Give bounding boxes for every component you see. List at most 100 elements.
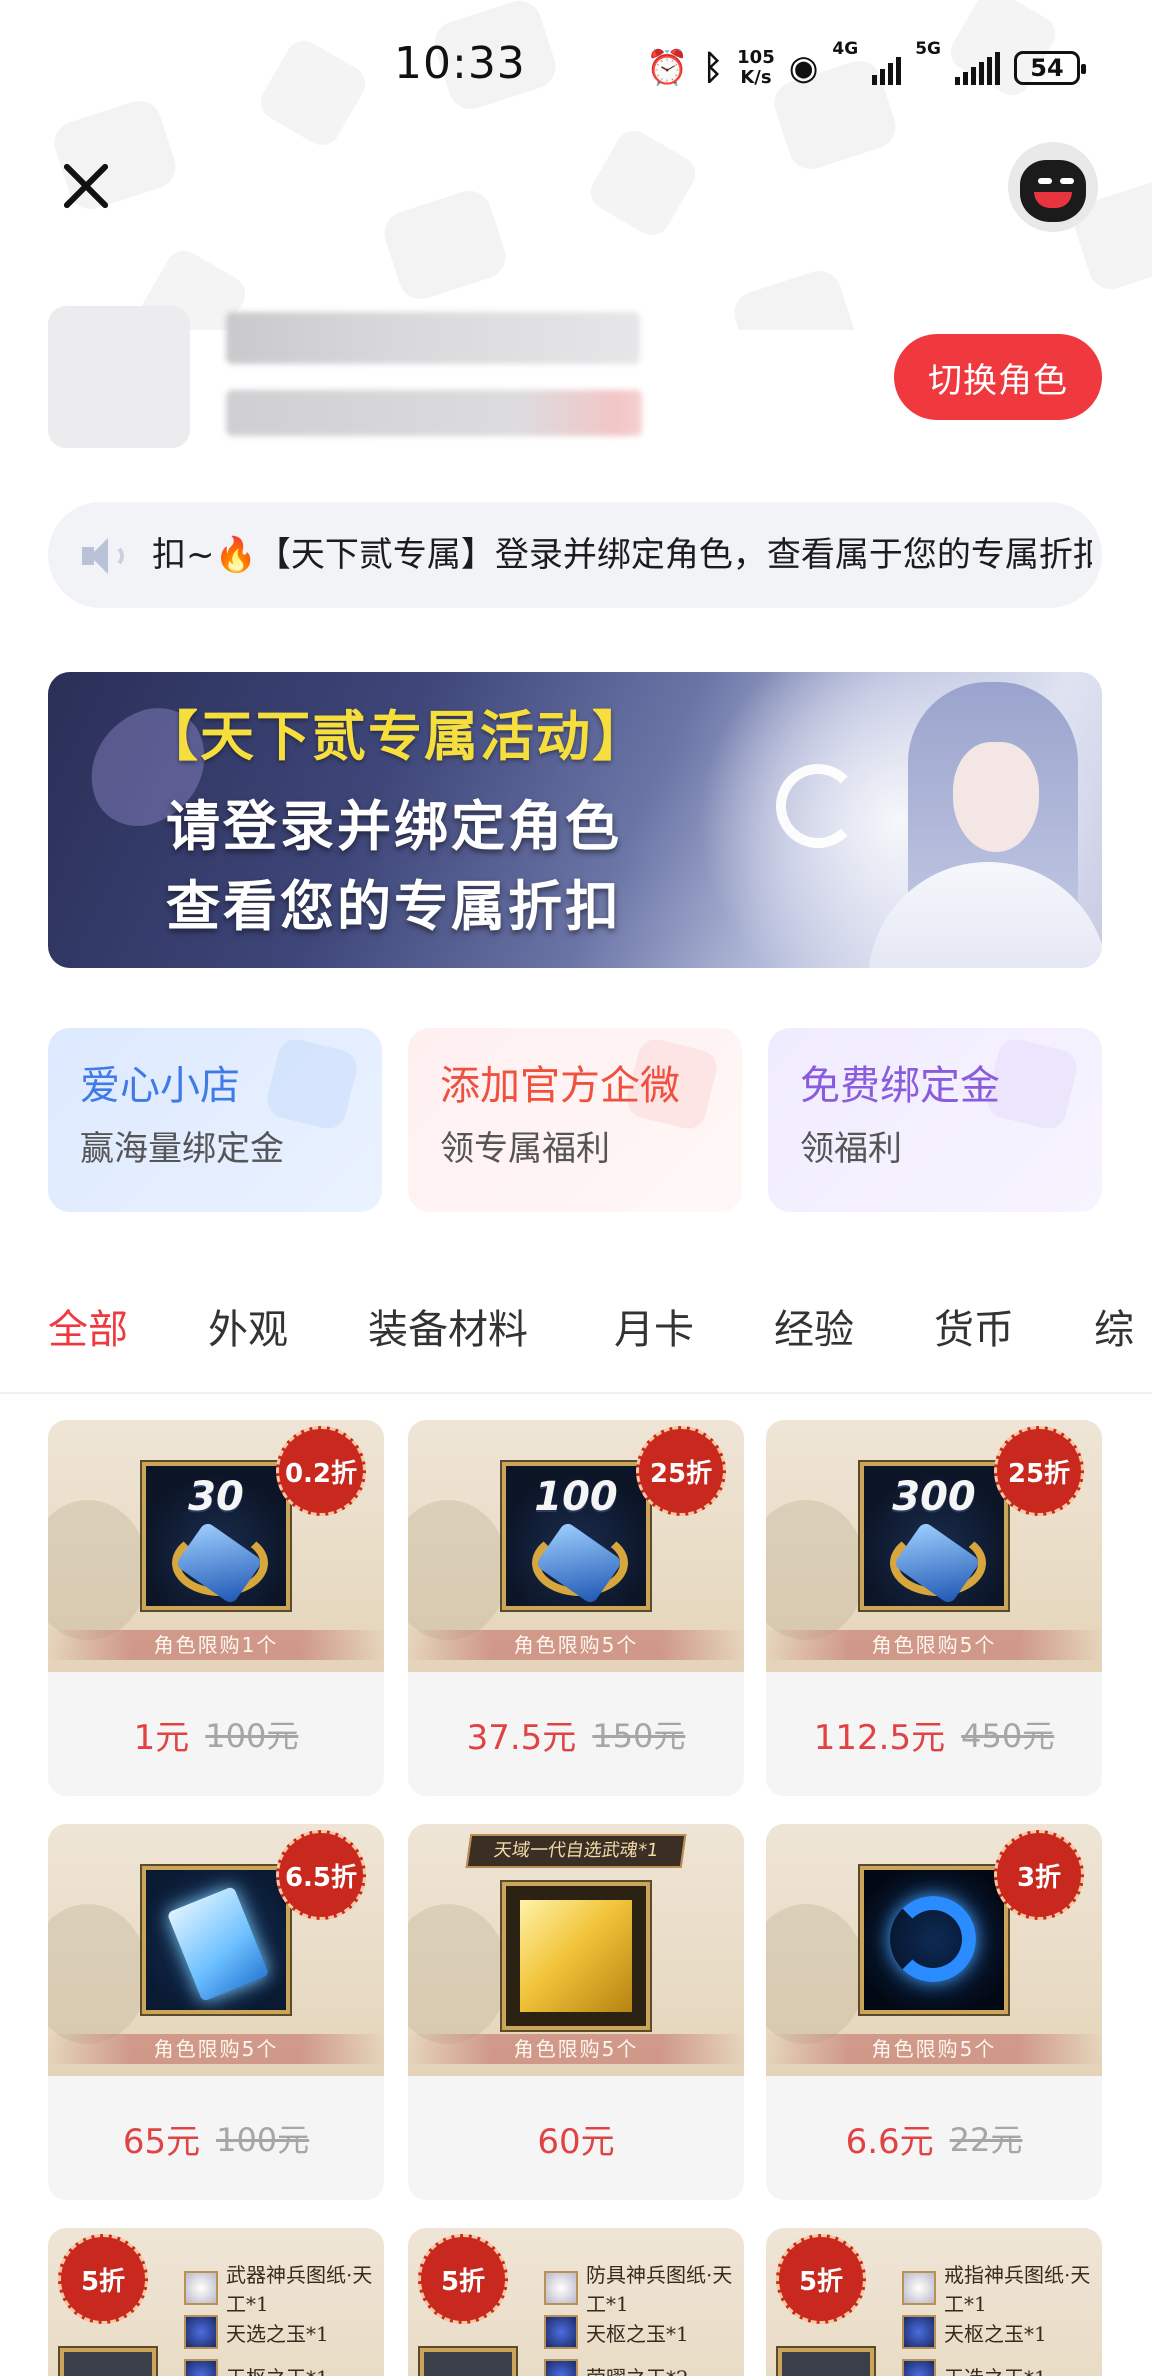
discount-badge: 5折: [418, 2234, 508, 2324]
item-ribbon: 天域一代自选武魂*1: [465, 1834, 687, 1868]
hotspot-icon: ◉: [788, 48, 819, 88]
chest-thumbnail: [778, 2348, 874, 2376]
character-illustration: [953, 742, 1039, 852]
discount-badge: 5折: [776, 2234, 866, 2324]
switch-role-button[interactable]: 切换角色: [894, 334, 1102, 420]
status-bar: 10:33 ⏰ ᛒ 105 K/s ◉ 4G 5G 54: [0, 0, 1152, 130]
speaker-icon: [82, 536, 126, 576]
enhancement-stone-thumbnail: 100: [502, 1462, 650, 1610]
banner-line-2: 查看您的专属折扣: [166, 874, 622, 938]
product-card[interactable]: 戒指神兵图纸·天工*1 天枢之玉*1 天选之玉*1 5折: [766, 2228, 1102, 2376]
original-price: 450元: [961, 1717, 1055, 1755]
item-icon: [184, 2271, 218, 2305]
feature-title: 免费绑定金: [800, 1063, 1000, 1109]
product-card[interactable]: 天域一代自选武魂*1 角色限购5个 60元: [408, 1824, 744, 2200]
feature-card-official-wecom[interactable]: 添加官方企微 领专属福利: [408, 1028, 742, 1212]
item-icon: [544, 2315, 578, 2349]
purchase-limit: 角色限购5个: [766, 2034, 1102, 2064]
current-price: 37.5元: [466, 1717, 577, 1758]
current-price: 65元: [122, 2121, 201, 2162]
tab-currency[interactable]: 货币: [934, 1302, 1014, 1358]
role-avatar: [48, 306, 190, 448]
item-icon: [544, 2271, 578, 2305]
signal-1-icon: [872, 51, 902, 85]
purchase-limit: 角色限购5个: [408, 2034, 744, 2064]
chest-thumbnail: [60, 2348, 156, 2376]
current-price: 112.5元: [813, 1717, 946, 1758]
item-icon: [184, 2315, 218, 2349]
price-row: 37.5元 150元: [408, 1672, 744, 1796]
discount-badge: 0.2折: [276, 1426, 366, 1516]
item-icon: [184, 2359, 218, 2376]
promo-banner[interactable]: 【天下贰专属活动】 请登录并绑定角色 查看您的专属折扣: [48, 672, 1102, 968]
item-icon: [902, 2315, 936, 2349]
purchase-limit: 角色限购1个: [48, 1630, 384, 1660]
chest-thumbnail: [420, 2348, 516, 2376]
gift-icon: [263, 1035, 361, 1133]
feature-subtitle: 赢海量绑定金: [80, 1129, 284, 1169]
sim1-label: 4G: [832, 39, 859, 59]
bundle-items: 武器神兵图纸·天工*1 天选之玉*1 天枢之玉*1: [184, 2263, 380, 2376]
banner-line-1: 请登录并绑定角色: [166, 794, 622, 858]
role-info-blurred: [226, 390, 642, 436]
status-icons: ⏰ ᛒ 105 K/s ◉ 4G 5G 54: [646, 39, 1086, 96]
product-card[interactable]: 100 角色限购5个 25折 37.5元 150元: [408, 1420, 744, 1796]
feature-subtitle: 领福利: [800, 1129, 902, 1169]
bundle-items: 防具神兵图纸·天工*1 天枢之玉*1 荣曜之玉*2: [544, 2263, 740, 2376]
bundle-items: 戒指神兵图纸·天工*1 天枢之玉*1 天选之玉*1: [902, 2263, 1098, 2376]
purchase-limit: 角色限购5个: [48, 2034, 384, 2064]
tabs-divider: [0, 1392, 1152, 1394]
discount-badge: 25折: [636, 1426, 726, 1516]
tab-equipment-materials[interactable]: 装备材料: [368, 1302, 528, 1358]
role-name-blurred: [226, 312, 640, 364]
feature-title: 爱心小店: [80, 1063, 240, 1109]
alarm-icon: ⏰: [646, 48, 689, 88]
discount-badge: 5折: [58, 2234, 148, 2324]
product-card[interactable]: 30 角色限购1个 0.2折 1元 100元: [48, 1420, 384, 1796]
product-card[interactable]: 角色限购5个 6.5折 65元 100元: [48, 1824, 384, 2200]
feature-card-free-bound-gold[interactable]: 免费绑定金 领福利: [768, 1028, 1102, 1212]
price-row: 1元 100元: [48, 1672, 384, 1796]
item-icon: [544, 2359, 578, 2376]
purchase-limit: 角色限购5个: [408, 1630, 744, 1660]
banner-title: 【天下贰专属活动】: [144, 704, 648, 768]
price-row: 6.6元 22元: [766, 2076, 1102, 2200]
product-card[interactable]: 300 角色限购5个 25折 112.5元 450元: [766, 1420, 1102, 1796]
original-price: 150元: [592, 1717, 686, 1755]
enhancement-stone-thumbnail: 30: [142, 1462, 290, 1610]
feature-card-charity-shop[interactable]: 爱心小店 赢海量绑定金: [48, 1028, 382, 1212]
price-row: 60元: [408, 2076, 744, 2200]
price-row: 65元 100元: [48, 2076, 384, 2200]
tab-comprehensive[interactable]: 综: [1094, 1302, 1152, 1358]
tab-all[interactable]: 全部: [48, 1302, 128, 1358]
product-card[interactable]: 角色限购5个 3折 6.6元 22元: [766, 1824, 1102, 2200]
notice-bar[interactable]: 扣~🔥【天下贰专属】登录并绑定角色，查看属于您的专属折扣: [48, 502, 1102, 608]
original-price: 100元: [205, 1717, 299, 1755]
close-icon[interactable]: [56, 156, 116, 216]
discount-badge: 3折: [994, 1830, 1084, 1920]
gold-block-thumbnail: [502, 1882, 650, 2030]
ticket-item-thumbnail: [142, 1866, 290, 2014]
signal-2-icon: [955, 51, 1000, 85]
purchase-limit: 角色限购5个: [766, 1630, 1102, 1660]
current-price: 60元: [537, 2121, 615, 2162]
product-card[interactable]: 防具神兵图纸·天工*1 天枢之玉*1 荣曜之玉*2 5折: [408, 2228, 744, 2376]
tab-monthly-card[interactable]: 月卡: [614, 1302, 694, 1358]
tab-appearance[interactable]: 外观: [208, 1302, 288, 1358]
item-icon: [902, 2271, 936, 2305]
mascot-avatar-icon[interactable]: [1008, 142, 1098, 232]
tab-experience[interactable]: 经验: [774, 1302, 854, 1358]
feature-subtitle: 领专属福利: [440, 1129, 610, 1169]
network-speed: 105 K/s: [737, 47, 775, 88]
price-row: 112.5元 450元: [766, 1672, 1102, 1796]
discount-badge: 25折: [994, 1426, 1084, 1516]
battery-icon: 54: [1014, 51, 1086, 85]
sim2-label: 5G: [915, 39, 941, 59]
enhancement-stone-thumbnail: 300: [860, 1462, 1008, 1610]
current-price: 1元: [133, 1717, 190, 1758]
current-price: 6.6元: [845, 2121, 934, 2162]
swirl-item-thumbnail: [860, 1866, 1008, 2014]
bluetooth-icon: ᛒ: [702, 48, 724, 88]
product-card[interactable]: 武器神兵图纸·天工*1 天选之玉*1 天枢之玉*1 5折: [48, 2228, 384, 2376]
clock: 10:33: [394, 38, 526, 89]
